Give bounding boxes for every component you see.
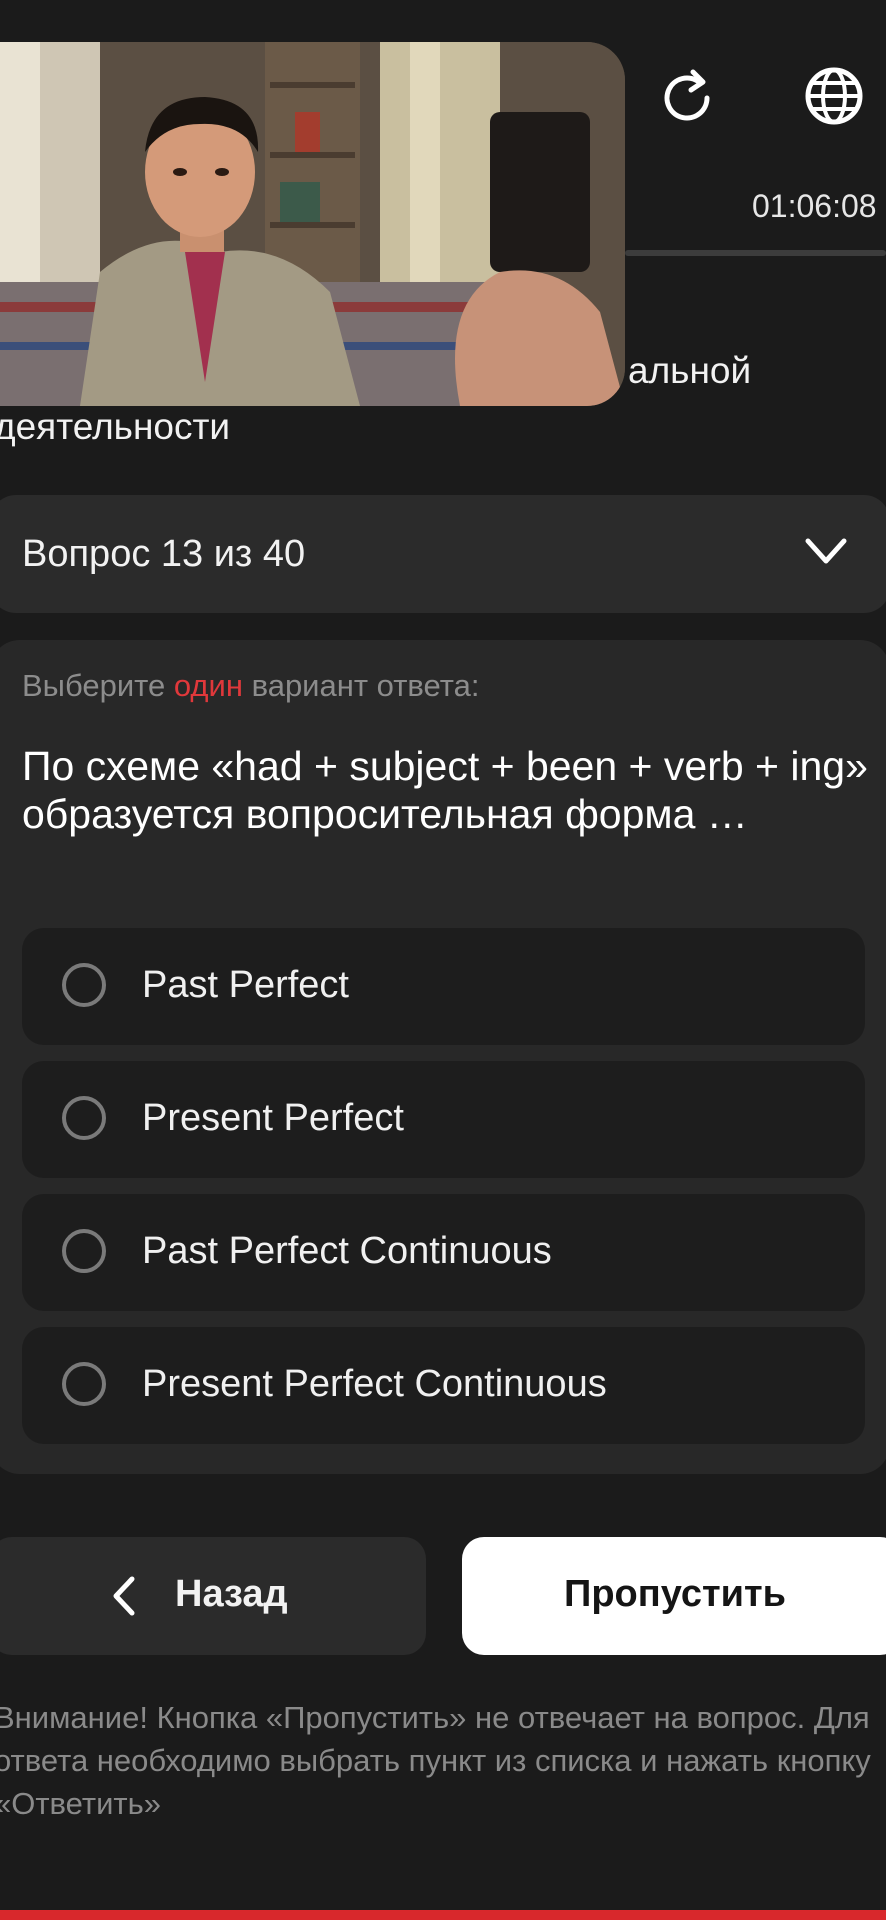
globe-icon[interactable] [802, 64, 866, 128]
answer-option-label: Past Perfect [142, 964, 349, 1006]
radio-button[interactable] [62, 1362, 106, 1406]
bottom-accent-bar [0, 1910, 886, 1920]
refresh-icon[interactable] [655, 66, 719, 130]
answer-option[interactable]: Present Perfect [22, 1061, 865, 1178]
question-counter: Вопрос 13 из 40 [22, 533, 306, 575]
question-selector[interactable]: Вопрос 13 из 40 [0, 495, 886, 613]
course-title-line2: деятельности [0, 406, 231, 447]
chevron-down-icon [802, 531, 850, 576]
answer-option[interactable]: Past Perfect [22, 928, 865, 1045]
answer-hint: Выберите один вариант ответа: [22, 668, 480, 703]
answer-option[interactable]: Past Perfect Continuous [22, 1194, 865, 1311]
progress-bar [625, 250, 886, 256]
test-timer: 01:06:08 [752, 188, 877, 224]
video-player[interactable] [0, 42, 625, 406]
answer-option-label: Past Perfect Continuous [142, 1230, 552, 1272]
question-text: По схеме «had + subject + been + verb + … [22, 743, 868, 837]
radio-button[interactable] [62, 1229, 106, 1273]
skip-warning: Внимание! Кнопка «Пропустить» не отвечае… [0, 1700, 871, 1821]
answer-option[interactable]: Present Perfect Continuous [22, 1327, 865, 1444]
course-title-line1: альной [628, 350, 752, 391]
back-button-label: Назад [175, 1573, 288, 1615]
chevron-left-icon [108, 1575, 138, 1622]
video-frame-image [0, 42, 625, 406]
answer-option-label: Present Perfect [142, 1097, 404, 1139]
skip-button[interactable]: Пропустить [462, 1537, 886, 1655]
back-button[interactable]: Назад [0, 1537, 426, 1655]
hint-accent: один [173, 668, 243, 703]
answer-option-label: Present Perfect Continuous [142, 1363, 607, 1405]
skip-button-label: Пропустить [564, 1573, 786, 1615]
radio-button[interactable] [62, 963, 106, 1007]
radio-button[interactable] [62, 1096, 106, 1140]
